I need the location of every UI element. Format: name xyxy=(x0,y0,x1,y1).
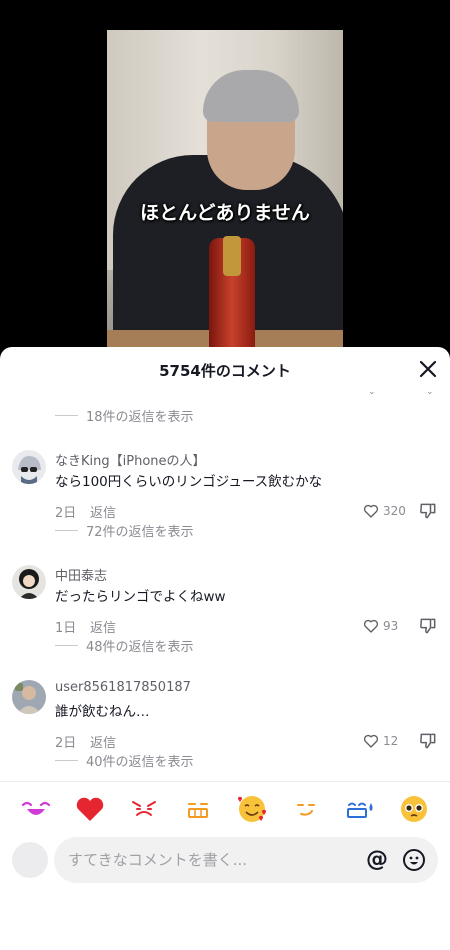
comment-username[interactable]: 中田泰志 xyxy=(55,565,107,584)
dislike-button[interactable] xyxy=(418,501,438,521)
view-replies-label: 48件の返信を表示 xyxy=(86,639,194,655)
avatar[interactable] xyxy=(12,450,46,484)
comment-input-row: @ xyxy=(0,837,450,883)
comment-username[interactable]: user8561817850187 xyxy=(55,680,191,695)
heart-icon xyxy=(363,619,379,633)
smiley-icon xyxy=(403,849,425,871)
view-replies-button[interactable]: 48件の返信を表示 xyxy=(55,635,194,655)
comments-sheet: 5754件のコメント ⌄ ⌄ 18件の返信を表示 なきKing【iPhoneの人… xyxy=(0,347,450,950)
comment-text: 誰が飲むねん… xyxy=(55,704,150,720)
close-button[interactable] xyxy=(416,357,440,381)
like-button[interactable]: 12 xyxy=(362,732,398,750)
sweat-emoji-icon[interactable] xyxy=(343,793,377,833)
comment-age: 1日 xyxy=(55,621,77,636)
smiling-hearts-emoji-icon[interactable] xyxy=(235,793,269,833)
avatar-image xyxy=(12,450,46,484)
like-count: 93 xyxy=(383,619,399,633)
avatar[interactable] xyxy=(12,680,46,714)
view-replies-button[interactable]: 18件の返信を表示 xyxy=(55,405,194,425)
comment-text: だったらリンゴでよくねww xyxy=(55,589,226,605)
avatar-image xyxy=(12,565,46,599)
view-replies-button[interactable]: 40件の返信を表示 xyxy=(55,750,194,770)
pleading-emoji-icon[interactable] xyxy=(397,793,431,833)
video-subtitle: ほとんどありません xyxy=(140,202,310,224)
replies-line xyxy=(55,644,78,646)
close-icon xyxy=(419,360,437,378)
comment-input-box[interactable]: @ xyxy=(54,837,438,883)
video-bottle-neck xyxy=(223,236,241,276)
dislike-button[interactable] xyxy=(418,616,438,636)
dislike-button[interactable] xyxy=(418,731,438,751)
view-replies-label: 40件の返信を表示 xyxy=(86,754,194,770)
divider xyxy=(0,781,450,782)
mention-button[interactable]: @ xyxy=(366,847,388,873)
view-replies-label: 18件の返信を表示 xyxy=(86,409,194,425)
heart-icon xyxy=(363,504,379,518)
avatar-image xyxy=(12,680,46,714)
replies-line xyxy=(55,529,78,531)
thumbs-down-icon xyxy=(420,503,436,519)
reply-button[interactable]: 返信 xyxy=(90,732,116,751)
like-button[interactable]: 320 xyxy=(362,502,406,520)
comment-text: なら100円くらいのリンゴジュース飲むかな xyxy=(55,474,323,490)
comments-count-title: 5754件のコメント xyxy=(159,362,291,380)
avatar[interactable] xyxy=(12,565,46,599)
thumbs-down-icon xyxy=(420,618,436,634)
my-avatar[interactable] xyxy=(12,842,48,878)
replies-line xyxy=(55,759,78,761)
angry-emoji-icon[interactable] xyxy=(127,793,161,833)
view-replies-label: 72件の返信を表示 xyxy=(86,524,194,540)
video-player[interactable] xyxy=(107,30,343,360)
smirk-emoji-icon[interactable] xyxy=(289,793,323,833)
emoji-quick-bar xyxy=(0,793,450,825)
comment-age: 2日 xyxy=(55,736,77,751)
app-screen: ほとんどありません 5754件のコメント ⌄ ⌄ 18件の返信を表示 なきKin… xyxy=(0,0,450,950)
partial-dislike-remnant: ⌄ xyxy=(426,387,434,397)
like-count: 12 xyxy=(383,734,399,748)
view-replies-button[interactable]: 72件の返信を表示 xyxy=(55,520,194,540)
reply-button[interactable]: 返信 xyxy=(90,502,116,521)
replies-line xyxy=(55,414,78,416)
emoji-picker-button[interactable] xyxy=(402,848,426,872)
comment-input[interactable] xyxy=(68,837,348,883)
partial-heart-remnant: ⌄ xyxy=(368,387,376,397)
heart-emoji-icon[interactable] xyxy=(73,793,107,833)
thumbs-down-icon xyxy=(420,733,436,749)
comment-username[interactable]: なきKing【iPhoneの人】 xyxy=(55,450,206,469)
reply-button[interactable]: 返信 xyxy=(90,617,116,636)
like-button[interactable]: 93 xyxy=(362,617,398,635)
partial-comment-row: ⌄ ⌄ xyxy=(0,385,450,397)
like-count: 320 xyxy=(383,504,406,518)
grin-emoji-icon[interactable] xyxy=(181,793,215,833)
heart-icon xyxy=(363,734,379,748)
laughing-emoji-icon[interactable] xyxy=(19,793,53,833)
comment-age: 2日 xyxy=(55,506,77,521)
